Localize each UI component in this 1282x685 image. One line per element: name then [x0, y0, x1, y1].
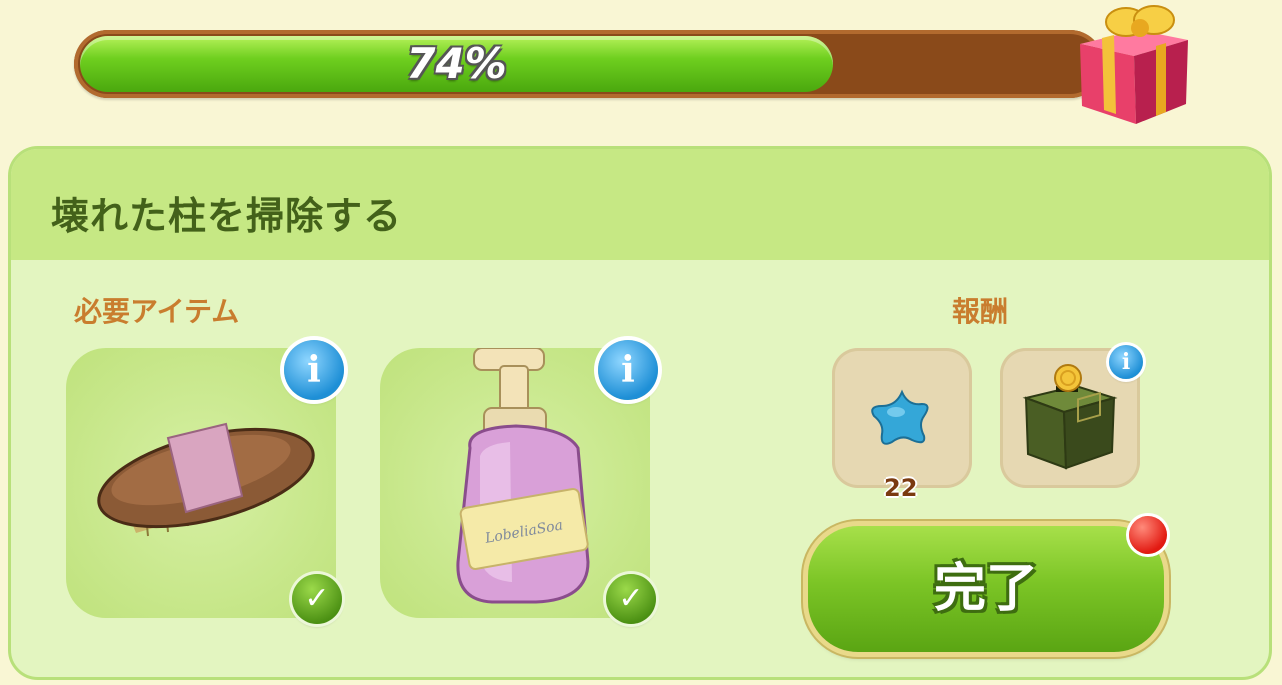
- rewards-label: 報酬: [952, 295, 1009, 328]
- gift-box-icon[interactable]: [1068, 0, 1198, 128]
- coin-box-icon: [1022, 364, 1118, 470]
- progress-bar: 74%: [74, 30, 1104, 98]
- check-icon: ✓: [606, 574, 656, 624]
- progress-percent: 74%: [406, 39, 507, 88]
- info-icon[interactable]: i: [598, 340, 658, 400]
- info-icon[interactable]: i: [1109, 345, 1143, 379]
- blue-star-icon: [871, 389, 929, 445]
- reward-item-star[interactable]: [832, 348, 972, 488]
- task-title: 壊れた柱を掃除する: [51, 194, 403, 238]
- reward-count: 22: [884, 474, 918, 502]
- required-items-label: 必要アイテム: [74, 295, 240, 328]
- complete-button[interactable]: 完了: [808, 526, 1164, 652]
- info-icon[interactable]: i: [284, 340, 344, 400]
- notification-dot: [1129, 516, 1167, 554]
- task-header: 壊れた柱を掃除する: [11, 149, 1269, 260]
- brush-icon: [97, 422, 315, 537]
- soap-bottle-icon: LobeliaSoa: [456, 348, 590, 604]
- check-icon: ✓: [292, 574, 342, 624]
